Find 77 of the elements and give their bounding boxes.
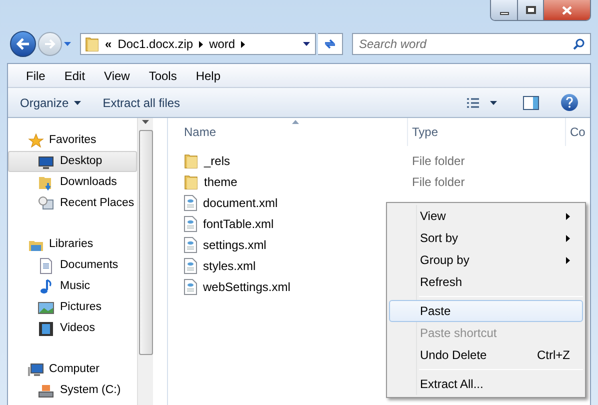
xml-file-icon — [184, 216, 197, 232]
file-name[interactable]: _rels — [180, 152, 408, 170]
preview-pane-icon — [523, 96, 539, 110]
column-header[interactable]: Co — [566, 118, 590, 146]
film-icon — [38, 320, 54, 336]
sidebar-item[interactable]: Recent Places — [8, 193, 138, 214]
forward-arrow-icon — [44, 39, 56, 49]
back-arrow-icon — [16, 38, 30, 50]
menu-bar-item[interactable]: Help — [190, 66, 227, 84]
minimize-button[interactable] — [491, 0, 518, 20]
xml-file-icon — [184, 258, 197, 274]
dropdown-caret-icon — [303, 42, 310, 46]
context-menu-item[interactable]: Undo Delete Ctrl+Z — [389, 344, 583, 366]
toolbar-button[interactable]: Extract all files — [102, 94, 180, 112]
context-menu-item[interactable]: Extract All... — [389, 373, 583, 395]
caret-icon — [490, 100, 497, 104]
sidebar-item[interactable]: Downloads — [8, 172, 138, 193]
address-bar[interactable]: « Doc1.docx.zip word — [80, 33, 316, 55]
sidebar-group[interactable]: Libraries — [49, 236, 94, 254]
xml-file-icon — [184, 236, 197, 252]
folder-icon — [184, 174, 198, 190]
music-note-icon — [38, 278, 54, 294]
menu-bar-item[interactable]: Edit — [58, 66, 92, 84]
scrollbar-thumb[interactable] — [138, 130, 153, 355]
computer-icon — [28, 362, 44, 378]
file-name[interactable]: theme — [180, 172, 408, 190]
chevron-right-icon — [241, 40, 246, 48]
sort-arrow-icon — [292, 120, 299, 124]
maximize-button[interactable] — [518, 0, 544, 20]
preview-pane-button[interactable] — [523, 96, 539, 110]
menu-bar-item[interactable]: File — [20, 66, 52, 84]
overflow-chevron[interactable]: « — [105, 35, 112, 53]
desktop-icon — [38, 154, 54, 170]
caret-icon — [64, 42, 71, 46]
sidebar-item[interactable]: Desktop — [8, 151, 138, 172]
scrollbar[interactable] — [137, 118, 154, 405]
minimize-icon — [500, 12, 508, 14]
close-icon — [562, 6, 572, 14]
view-options-button[interactable] — [466, 96, 497, 108]
sidebar-item[interactable]: System (C:) — [8, 380, 138, 401]
search-field[interactable]: Search word — [352, 33, 591, 55]
maximize-icon — [526, 6, 536, 14]
sidebar-item[interactable]: Music — [8, 276, 138, 297]
sidebar-group[interactable]: Computer — [49, 360, 100, 378]
column-header[interactable]: Type — [408, 118, 566, 146]
sidebar-item[interactable]: Documents — [8, 255, 138, 276]
back-button[interactable] — [10, 31, 36, 57]
xml-file-icon — [184, 278, 197, 294]
search-icon — [573, 38, 585, 50]
help-icon — [566, 97, 573, 108]
xml-file-icon — [184, 194, 197, 210]
breadcrumb[interactable]: word — [209, 35, 236, 53]
folder-icon — [184, 152, 198, 168]
close-button[interactable] — [544, 0, 590, 20]
refresh-icon — [323, 38, 337, 50]
sidebar-item[interactable]: Pictures — [8, 297, 138, 318]
table-cell-text: File folder — [411, 174, 465, 190]
sidebar-item[interactable]: Videos — [8, 318, 138, 339]
table-cell-text: File folder — [411, 152, 465, 170]
star-icon — [28, 132, 44, 148]
chevron-right-icon — [199, 40, 204, 48]
scroll-up-icon — [142, 120, 150, 124]
recent-places-icon — [38, 196, 54, 212]
toolbar-button[interactable]: Organize — [20, 94, 81, 112]
folder-icon — [85, 36, 99, 52]
menu-bar-item[interactable]: View — [98, 66, 136, 84]
context-menu-item[interactable]: Paste — [389, 300, 583, 322]
menu-bar-item[interactable]: Tools — [142, 66, 183, 84]
refresh-button[interactable] — [318, 33, 343, 55]
download-folder-icon — [38, 174, 54, 190]
details-view-icon — [466, 96, 480, 108]
breadcrumb[interactable]: Doc1.docx.zip — [118, 35, 194, 53]
sidebar-group[interactable]: Favorites — [49, 132, 96, 150]
document-icon — [38, 258, 54, 274]
help-button[interactable] — [561, 94, 578, 111]
drive-icon — [38, 382, 54, 398]
picture-icon — [38, 300, 54, 316]
